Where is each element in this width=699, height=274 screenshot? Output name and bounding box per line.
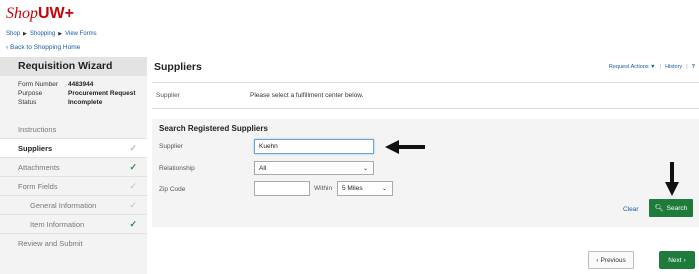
check-icon: ✓: [129, 199, 137, 210]
history-link[interactable]: History: [665, 64, 682, 70]
sidebar-item-form-fields[interactable]: Form Fields ✓: [0, 177, 147, 196]
zip-code-label: Zip Code: [159, 186, 186, 193]
help-icon[interactable]: ?: [692, 64, 695, 70]
back-to-shopping-home-link[interactable]: ‹ Back to Shopping Home: [0, 40, 699, 54]
previous-button[interactable]: ‹ Previous: [588, 251, 634, 269]
main-content: Suppliers Request Actions ▼ | History | …: [152, 57, 699, 274]
chevron-down-icon: ⌄: [362, 165, 368, 172]
sidebar-item-attachments[interactable]: Attachments ✓: [0, 158, 147, 177]
chevron-right-icon: ▶: [58, 30, 63, 37]
chevron-left-icon: ‹: [596, 256, 599, 264]
clear-link[interactable]: Clear: [623, 206, 639, 213]
relationship-select[interactable]: All ⌄: [254, 161, 374, 175]
arrow-left-annotation-icon: [385, 140, 425, 154]
check-icon: ✓: [129, 142, 137, 153]
supplier-search-input[interactable]: Kuehn: [254, 139, 374, 154]
breadcrumb-shop[interactable]: Shop: [6, 31, 20, 37]
form-meta: Form Number 4483944 Purpose Procurement Re…: [18, 81, 136, 106]
supplier-label: Supplier: [159, 143, 183, 150]
distance-select[interactable]: 5 Miles ⌄: [337, 181, 393, 196]
caret-down-icon: ▼: [650, 63, 656, 70]
shopuw-logo[interactable]: ShopUW+: [6, 5, 74, 22]
search-button[interactable]: 🔍︎ Search: [649, 199, 693, 217]
sidebar-item-suppliers[interactable]: Suppliers ✓: [0, 139, 147, 158]
breadcrumb-view-forms[interactable]: View Forms: [65, 31, 97, 37]
status-value: Incomplete: [68, 99, 103, 106]
check-icon: ✓: [129, 161, 137, 172]
purpose-value: Procurement Request: [68, 90, 136, 97]
search-registered-suppliers-panel: Search Registered Suppliers Supplier Kue…: [152, 119, 699, 227]
page-title: Suppliers: [154, 60, 202, 73]
form-number: 4483944: [68, 81, 94, 88]
sidebar-item-review-and-submit[interactable]: Review and Submit: [0, 234, 147, 253]
within-label: Within: [314, 185, 333, 192]
relationship-label: Relationship: [159, 165, 195, 172]
chevron-left-icon: ‹: [6, 43, 9, 51]
supplier-message: Please select a fulfillment center below…: [250, 92, 364, 99]
wizard-steps: Instructions Suppliers ✓ Attachments ✓ For…: [0, 120, 147, 253]
search-icon: 🔍︎: [654, 205, 664, 212]
check-icon: ✓: [129, 180, 137, 191]
sidebar-item-item-information[interactable]: Item Information ✓: [0, 215, 147, 234]
check-icon: ✓: [129, 218, 137, 229]
arrow-down-annotation-icon: [665, 162, 679, 196]
zip-code-input[interactable]: [254, 181, 310, 196]
next-button[interactable]: Next ›: [659, 251, 695, 269]
sidebar-item-general-information[interactable]: General Information ✓: [0, 196, 147, 215]
main-header: Suppliers Request Actions ▼ | History | …: [152, 57, 699, 76]
supplier-summary: Supplier Please select a fulfillment cen…: [152, 82, 699, 109]
request-actions-menu[interactable]: Request Actions ▼: [609, 64, 656, 70]
sidebar: Requisition Wizard Form Number 4483944 Pu…: [0, 57, 147, 274]
header: ShopUW+: [0, 0, 699, 27]
page-actions: Request Actions ▼ | History | ?: [608, 63, 695, 70]
breadcrumb: Shop ▶ Shopping ▶ View Forms: [0, 27, 699, 40]
panel-title: Search Registered Suppliers: [159, 124, 268, 133]
chevron-down-icon: ⌄: [381, 186, 387, 192]
chevron-right-icon: ›: [683, 256, 686, 264]
sidebar-item-instructions[interactable]: Instructions: [0, 120, 147, 139]
sidebar-title: Requisition Wizard: [0, 57, 147, 76]
chevron-right-icon: ▶: [23, 30, 27, 37]
breadcrumb-shopping[interactable]: Shopping: [30, 31, 55, 37]
